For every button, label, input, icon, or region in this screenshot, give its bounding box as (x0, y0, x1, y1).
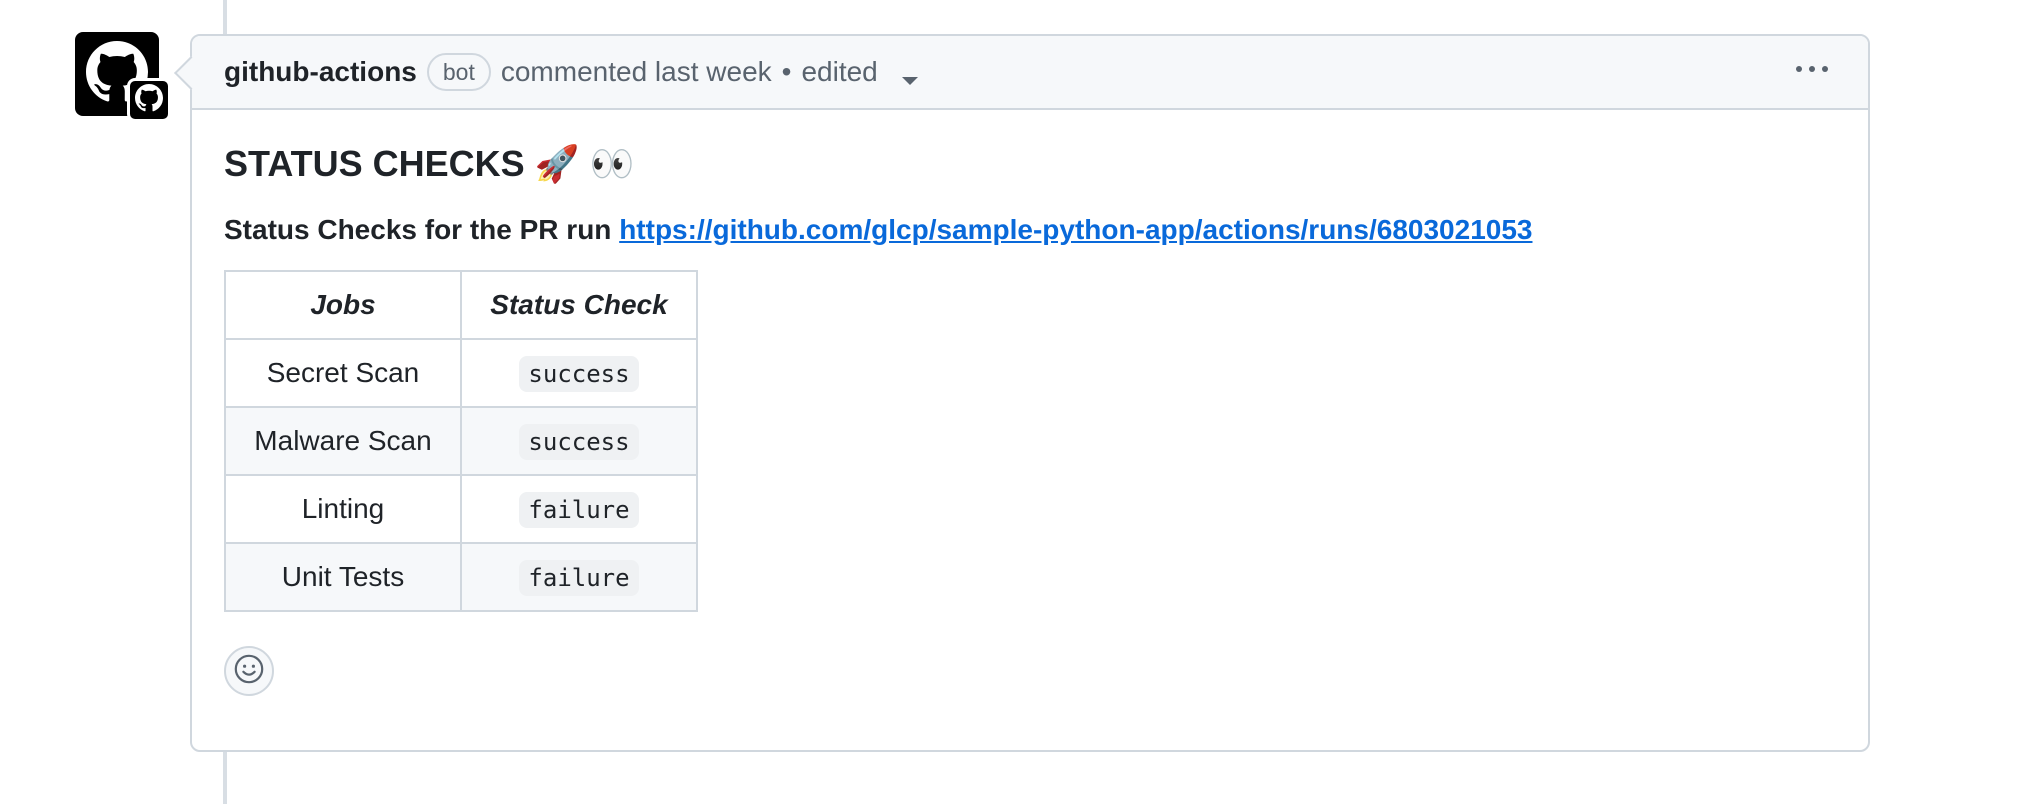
table-header-row: Jobs Status Check (224, 270, 698, 340)
author-link[interactable]: github-actions (224, 56, 417, 88)
triangle-down-icon (901, 77, 918, 85)
comment-body: STATUS CHECKS 🚀 👀 Status Checks for the … (192, 110, 1868, 696)
table-row: Malware Scan success (224, 406, 698, 476)
intro-text: Status Checks for the PR run (224, 214, 612, 245)
app-badge (127, 78, 171, 122)
job-name: Unit Tests (224, 542, 462, 612)
comment-heading: STATUS CHECKS 🚀 👀 (224, 143, 635, 184)
status-cell: success (460, 338, 698, 408)
kebab-horizontal-icon (1822, 66, 1828, 72)
status-cell: success (460, 406, 698, 476)
bot-badge: bot (426, 53, 491, 91)
comment-header: github-actions bot commented last week •… (174, 36, 1868, 110)
github-app-icon (135, 83, 163, 117)
comment-options-button[interactable] (1792, 58, 1832, 80)
header-caret (174, 56, 208, 90)
timeline-stage: github-actions bot commented last week •… (0, 0, 2034, 804)
add-reaction-button[interactable] (224, 646, 274, 696)
status-cell: failure (460, 542, 698, 612)
edited-label: edited (801, 56, 878, 87)
status-code: failure (519, 560, 639, 596)
status-cell: failure (460, 474, 698, 544)
comment-card: github-actions bot commented last week •… (174, 34, 1870, 752)
kebab-horizontal-icon (1796, 66, 1802, 72)
table-row: Unit Tests failure (224, 542, 698, 612)
run-link[interactable]: https://github.com/glcp/sample-python-ap… (619, 214, 1532, 245)
smiley-icon (233, 653, 265, 690)
intro-paragraph: Status Checks for the PR run https://git… (224, 214, 1836, 246)
edited-history-button[interactable]: edited (801, 56, 918, 88)
comment-timestamp[interactable]: commented last week (501, 56, 772, 88)
status-code: success (519, 356, 639, 392)
table-row: Secret Scan success (224, 338, 698, 408)
status-table: Jobs Status Check Secret Scan success Ma… (224, 270, 698, 612)
separator-dot: • (781, 56, 792, 87)
table-row: Linting failure (224, 474, 698, 544)
column-header-status: Status Check (460, 270, 698, 340)
status-code: failure (519, 492, 639, 528)
column-header-jobs: Jobs (224, 270, 462, 340)
kebab-horizontal-icon (1809, 66, 1815, 72)
job-name: Linting (224, 474, 462, 544)
job-name: Malware Scan (224, 406, 462, 476)
status-code: success (519, 424, 639, 460)
job-name: Secret Scan (224, 338, 462, 408)
